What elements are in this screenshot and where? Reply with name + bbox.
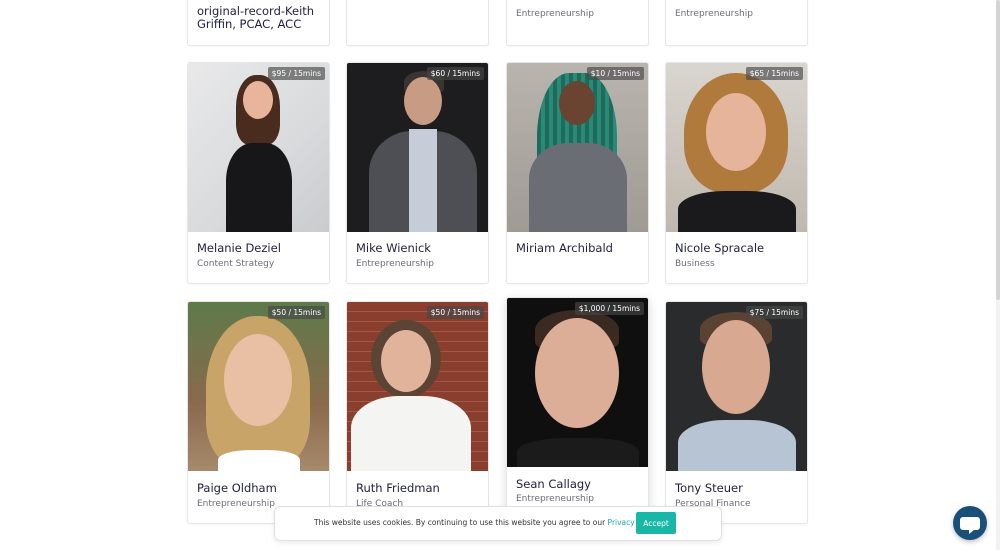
expert-name: Paige Oldham: [197, 481, 277, 495]
expert-photo: $50 / 15mins: [347, 302, 488, 471]
expert-card[interactable]: $1,000 / 15mins Sean Callagy Entrepreneu…: [506, 297, 649, 509]
price-badge: $50 / 15mins: [267, 306, 325, 319]
expert-card[interactable]: $75 / 15mins Tony Steuer Personal Financ…: [665, 301, 808, 524]
expert-card[interactable]: $50 / 15mins Ruth Friedman Life Coach: [346, 301, 489, 524]
expert-name: Miriam Archibald: [516, 241, 613, 255]
price-badge: $60 / 15mins: [426, 67, 484, 80]
expert-card[interactable]: Entrepreneurship: [665, 0, 808, 46]
price-badge: $95 / 15mins: [267, 67, 325, 80]
expert-category: Entrepreneurship: [516, 9, 594, 19]
expert-category: Business: [675, 259, 715, 269]
expert-photo: $50 / 15mins: [188, 302, 329, 471]
expert-name: Ruth Friedman: [356, 481, 440, 495]
scrollbar-thumb[interactable]: [996, 0, 1000, 300]
expert-card[interactable]: $50 / 15mins Paige Oldham Entrepreneursh…: [187, 301, 330, 524]
price-badge: $50 / 15mins: [426, 306, 484, 319]
expert-name: Nicole Spracale: [675, 241, 765, 255]
expert-category: Entrepreneurship: [516, 494, 594, 504]
price-badge: $65 / 15mins: [745, 67, 803, 80]
expert-name: Tony Steuer: [675, 481, 743, 495]
chat-bubble-icon: [960, 517, 980, 534]
expert-card[interactable]: $60 / 15mins Mike Wienick Entrepreneursh…: [346, 62, 489, 284]
expert-name: Melanie Deziel: [197, 241, 281, 255]
cookie-banner: This website uses cookies. By continuing…: [274, 506, 722, 541]
expert-name: Sean Callagy: [516, 477, 591, 491]
expert-card[interactable]: $65 / 15mins Nicole Spracale Business: [665, 62, 808, 284]
price-badge: $75 / 15mins: [745, 306, 803, 319]
expert-category: Content Strategy: [197, 259, 275, 269]
cookie-text: This website uses cookies. By continuing…: [314, 518, 659, 527]
price-badge: $10 / 15mins: [586, 67, 644, 80]
expert-photo: $95 / 15mins: [188, 63, 329, 232]
expert-category: Entrepreneurship: [356, 259, 434, 269]
expert-card[interactable]: [346, 0, 489, 46]
chat-button[interactable]: [953, 506, 987, 540]
expert-photo: $10 / 15mins: [507, 63, 648, 232]
expert-photo: $65 / 15mins: [666, 63, 807, 232]
price-badge: $1,000 / 15mins: [574, 302, 644, 315]
expert-card[interactable]: $95 / 15mins Melanie Deziel Content Stra…: [187, 62, 330, 284]
expert-card[interactable]: original-record-Keith Griffin, PCAC, ACC: [187, 0, 330, 46]
cookie-message: This website uses cookies. By continuing…: [314, 518, 606, 527]
accept-cookies-button[interactable]: Accept: [636, 512, 676, 534]
expert-photo: $60 / 15mins: [347, 63, 488, 232]
expert-category: Entrepreneurship: [197, 499, 275, 509]
expert-photo: $75 / 15mins: [666, 302, 807, 471]
expert-name-line: Griffin, PCAC, ACC: [197, 17, 302, 31]
expert-card[interactable]: Entrepreneurship: [506, 0, 649, 46]
expert-category: Entrepreneurship: [675, 9, 753, 19]
expert-card[interactable]: $10 / 15mins Miriam Archibald: [506, 62, 649, 284]
expert-name: Mike Wienick: [356, 241, 431, 255]
expert-photo: $1,000 / 15mins: [507, 298, 648, 467]
scrollbar-track[interactable]: [996, 0, 1000, 550]
